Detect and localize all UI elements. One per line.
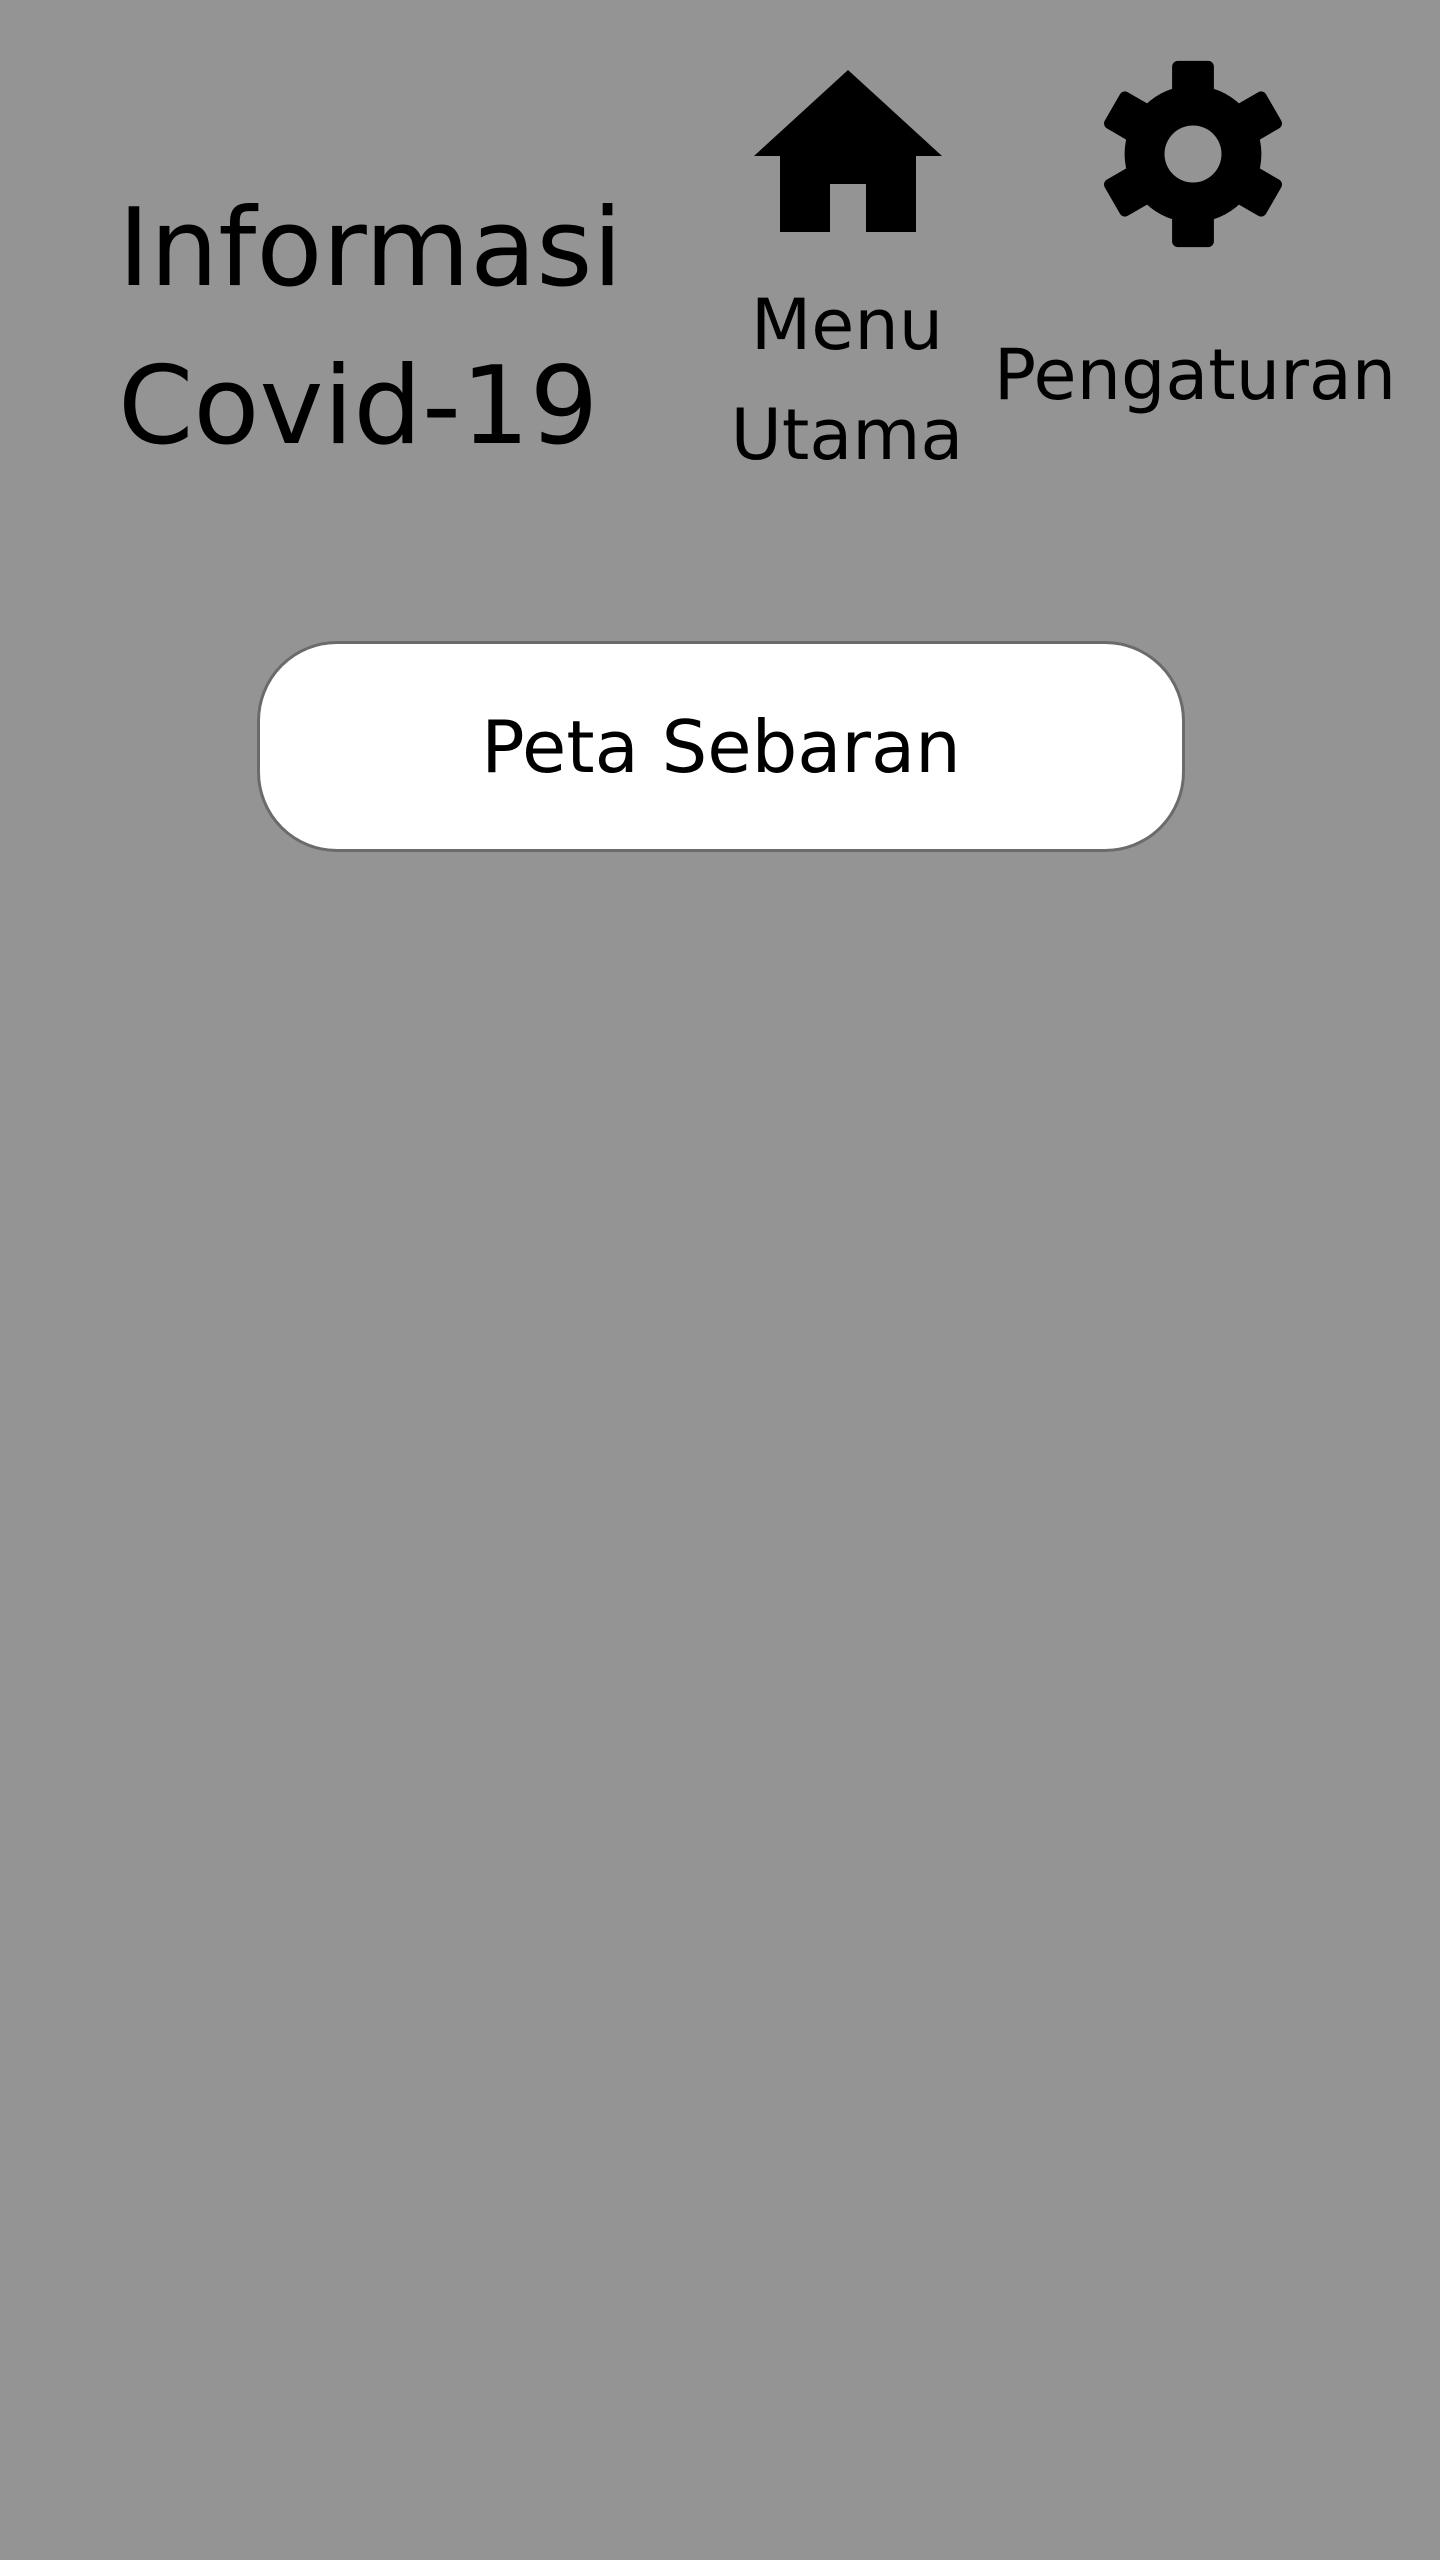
home-menu-label-line1: Menu	[750, 284, 944, 366]
settings-label: Pengaturan	[993, 334, 1397, 416]
gear-icon	[1104, 60, 1282, 248]
distribution-map-button[interactable]: Peta Sebaran	[257, 641, 1185, 852]
home-icon	[754, 70, 942, 232]
settings-button[interactable]: Pengaturan	[985, 55, 1405, 425]
home-menu-label-line2: Utama	[730, 394, 964, 476]
page-title-line2: Covid-19	[118, 344, 599, 469]
page-title-line1: Informasi	[118, 186, 623, 311]
home-menu-button[interactable]: Menu Utama	[722, 60, 972, 476]
page-title: Informasi Covid-19	[118, 170, 638, 486]
home-menu-label: Menu Utama	[722, 270, 972, 490]
